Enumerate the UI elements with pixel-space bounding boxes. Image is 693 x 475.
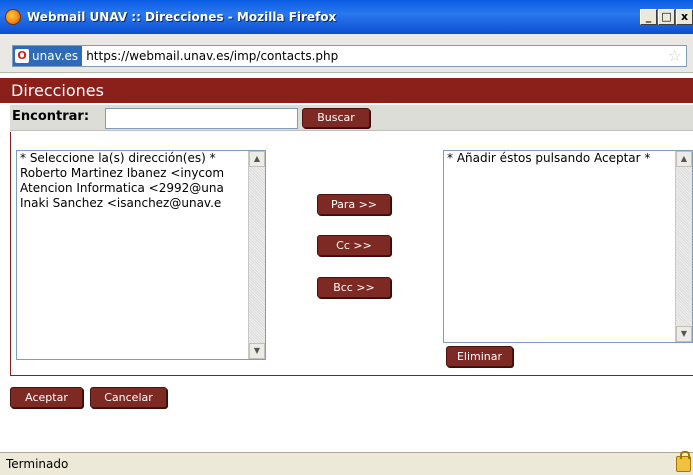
status-bar: Terminado [0,451,693,475]
search-button[interactable]: Buscar [302,108,370,128]
destination-address-list[interactable]: * Añadir éstos pulsando Aceptar * ▲ ▼ [443,150,693,343]
window-title: Webmail UNAV :: Direcciones - Mozilla Fi… [27,10,337,24]
firefox-icon [5,9,21,25]
site-favicon-icon: O [15,49,29,63]
destination-list-scrollbar[interactable]: ▲ ▼ [675,151,692,342]
scroll-up-icon[interactable]: ▲ [676,151,692,167]
cc-button[interactable]: Cc >> [317,235,391,256]
address-selection-panel: * Seleccione la(s) dirección(es) * Rober… [10,132,693,376]
search-row: Encontrar: Buscar [10,105,693,131]
lock-icon[interactable] [676,451,691,472]
cancel-button[interactable]: Cancelar [90,387,167,408]
site-identity-badge[interactable]: O unav.es [13,46,83,66]
search-input[interactable] [105,108,298,129]
site-name: unav.es [32,49,79,63]
status-text: Terminado [6,457,69,471]
search-label: Encontrar: [12,109,90,124]
accept-button[interactable]: Aceptar [10,387,83,408]
scroll-down-icon[interactable]: ▼ [249,343,265,359]
source-list-scrollbar[interactable]: ▲ ▼ [248,151,265,359]
address-bar-area: O unav.es https://webmail.unav.es/imp/co… [0,34,693,73]
address-bar[interactable]: O unav.es https://webmail.unav.es/imp/co… [12,45,687,67]
list-item[interactable]: Atencion Informatica <2992@una [17,181,265,196]
remove-button[interactable]: Eliminar [446,346,513,367]
window-title-bar[interactable]: Webmail UNAV :: Direcciones - Mozilla Fi… [0,0,693,34]
scroll-up-icon[interactable]: ▲ [249,151,265,167]
list-item[interactable]: * Seleccione la(s) dirección(es) * [17,151,265,166]
bookmark-star-icon[interactable]: ☆ [668,47,682,65]
list-item[interactable]: Roberto Martinez Ibanez <inycom [17,166,265,181]
close-button[interactable]: x [676,9,693,25]
bcc-button[interactable]: Bcc >> [317,277,391,298]
url-text[interactable]: https://webmail.unav.es/imp/contacts.php [86,49,338,63]
maximize-button[interactable]: □ [658,9,675,25]
to-button[interactable]: Para >> [317,194,391,215]
page-title: Direcciones [0,78,693,103]
source-address-list[interactable]: * Seleccione la(s) dirección(es) * Rober… [16,150,266,360]
list-item[interactable]: * Añadir éstos pulsando Aceptar * [444,151,692,166]
minimize-button[interactable]: _ [640,9,657,25]
scroll-down-icon[interactable]: ▼ [676,326,692,342]
window-controls: _ □ x [639,9,693,25]
list-item[interactable]: Inaki Sanchez <isanchez@unav.e [17,196,265,211]
